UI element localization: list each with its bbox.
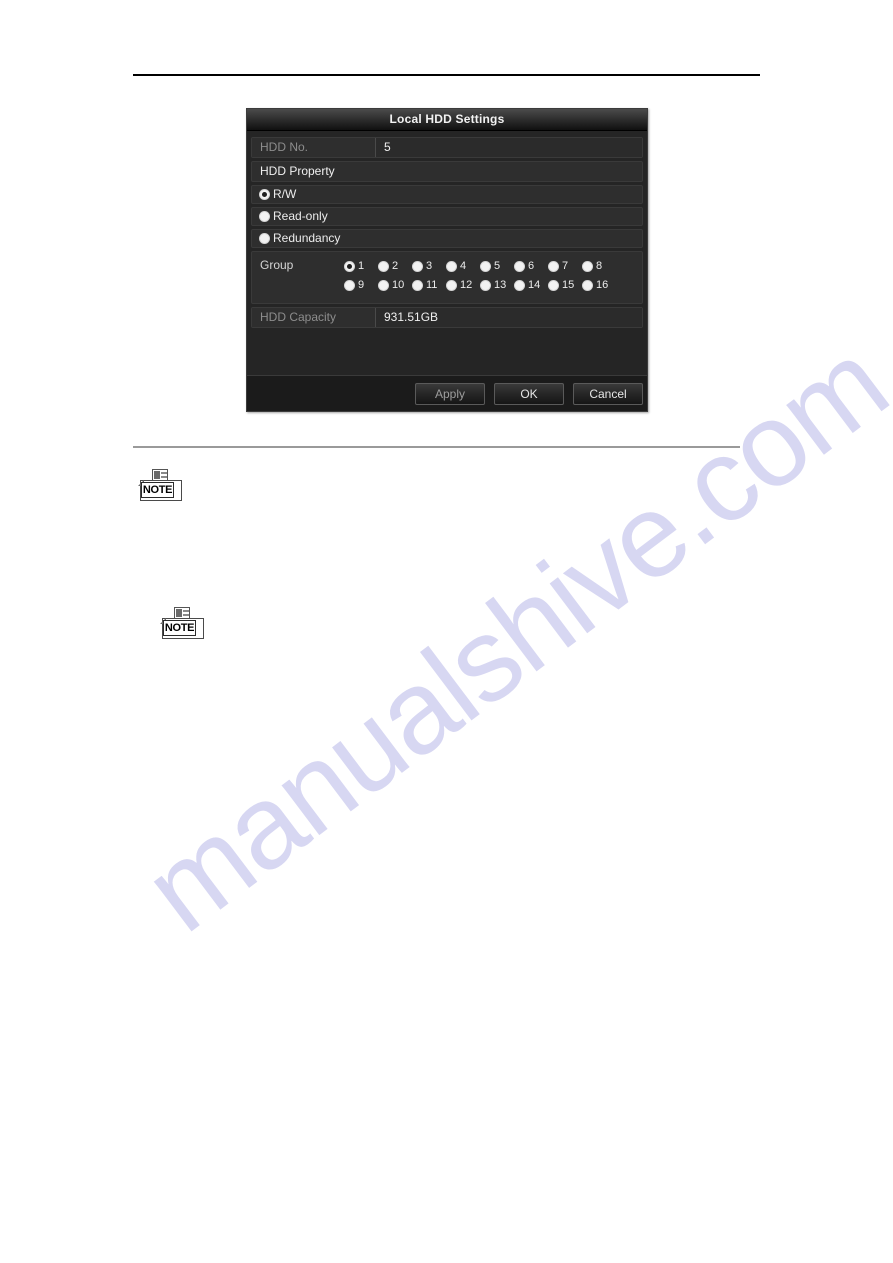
group-option-7[interactable]: 7 [548,260,582,273]
group-option-4-label: 4 [460,259,467,272]
group-grid: 1 2 3 4 5 6 7 8 9 10 11 12 13 14 15 16 [344,258,642,296]
radio-group-8-icon[interactable] [582,260,593,272]
hdd-property-option-read-only-label: Read-only [273,209,328,223]
radio-group-14-icon[interactable] [514,279,525,291]
group-option-2[interactable]: 2 [378,260,412,273]
group-option-14[interactable]: 14 [514,279,548,292]
ok-button[interactable]: OK [494,382,564,405]
watermark: manualshive.com [120,317,893,1040]
header-rule [133,74,760,76]
hdd-capacity-row: HDD Capacity 931.51GB [251,307,643,328]
cancel-button[interactable]: Cancel [573,382,643,405]
local-hdd-settings-dialog: Local HDD Settings HDD No. 5 HDD Propert… [246,108,648,412]
hdd-capacity-value: 931.51GB [376,308,642,327]
group-option-15-label: 15 [562,278,575,291]
group-line-1: 1 2 3 4 5 6 7 8 [344,258,642,274]
radio-group-10-icon[interactable] [378,279,389,291]
radio-group-5-icon[interactable] [480,260,491,272]
group-option-3-label: 3 [426,259,433,272]
apply-button[interactable]: Apply [415,382,485,405]
group-option-11[interactable]: 11 [412,279,446,292]
group-option-1-label: 1 [358,259,365,272]
note-clip-bar-2 [183,614,189,616]
note-clip-bar [183,610,189,612]
note-label: NOTE [163,620,196,636]
radio-group-12-icon[interactable] [446,279,457,291]
group-option-9[interactable]: 9 [344,279,378,292]
group-option-16[interactable]: 16 [582,279,616,292]
group-option-2-label: 2 [392,259,399,272]
note-icon: NOTE [160,606,206,640]
hdd-property-option-rw-label: R/W [273,187,297,201]
hdd-no-value: 5 [376,138,642,157]
group-option-10[interactable]: 10 [378,279,412,292]
group-option-6[interactable]: 6 [514,260,548,273]
group-option-3[interactable]: 3 [412,260,446,273]
group-option-13[interactable]: 13 [480,279,514,292]
group-line-2: 9 10 11 12 13 14 15 16 [344,277,642,293]
hdd-no-label: HDD No. [252,138,376,157]
group-row: Group 1 2 3 4 5 6 7 8 9 10 11 12 13 14 1… [251,251,643,304]
group-option-11-label: 11 [426,278,438,291]
group-option-8[interactable]: 8 [582,260,616,273]
radio-redundancy-icon[interactable] [259,233,270,244]
hdd-property-header: HDD Property [251,161,643,182]
group-option-14-label: 14 [528,278,541,291]
hdd-property-option-redundancy-label: Redundancy [273,231,341,245]
group-option-7-label: 7 [562,259,569,272]
radio-group-2-icon[interactable] [378,260,389,272]
group-option-12-label: 12 [460,278,473,291]
dialog-body: HDD No. 5 HDD Property R/W Read-only Red… [247,131,647,397]
group-option-9-label: 9 [358,278,365,291]
radio-group-4-icon[interactable] [446,260,457,272]
hdd-property-option-rw[interactable]: R/W [251,185,643,204]
hdd-capacity-label: HDD Capacity [252,308,376,327]
radio-group-16-icon[interactable] [582,279,593,291]
group-option-12[interactable]: 12 [446,279,480,292]
group-option-15[interactable]: 15 [548,279,582,292]
group-option-5-label: 5 [494,259,501,272]
group-option-6-label: 6 [528,259,535,272]
group-option-13-label: 13 [494,278,507,291]
note-clip-inner [154,471,160,479]
hdd-no-row: HDD No. 5 [251,137,643,158]
group-option-8-label: 8 [596,259,603,272]
dialog-title: Local HDD Settings [247,109,647,131]
radio-group-3-icon[interactable] [412,260,423,272]
note-label: NOTE [141,482,174,498]
note-clip-inner [176,609,182,617]
radio-group-9-icon[interactable] [344,279,355,291]
radio-group-11-icon[interactable] [412,279,423,291]
radio-group-7-icon[interactable] [548,260,559,272]
group-option-1[interactable]: 1 [344,260,378,273]
hdd-property-option-read-only[interactable]: Read-only [251,207,643,226]
note-clip-bar [161,472,167,474]
radio-group-15-icon[interactable] [548,279,559,291]
note-clip-bar-2 [161,476,167,478]
note-icon: NOTE [138,468,184,502]
dialog-button-bar: Apply OK Cancel [247,375,647,411]
radio-read-only-icon[interactable] [259,211,270,222]
footer-rule [133,446,740,448]
group-label: Group [260,258,294,272]
hdd-property-option-redundancy[interactable]: Redundancy [251,229,643,248]
radio-group-1-icon[interactable] [344,260,355,272]
group-option-4[interactable]: 4 [446,260,480,273]
group-option-5[interactable]: 5 [480,260,514,273]
radio-rw-icon[interactable] [259,189,270,200]
radio-group-6-icon[interactable] [514,260,525,272]
group-option-10-label: 10 [392,278,405,291]
group-option-16-label: 16 [596,278,609,291]
radio-group-13-icon[interactable] [480,279,491,291]
